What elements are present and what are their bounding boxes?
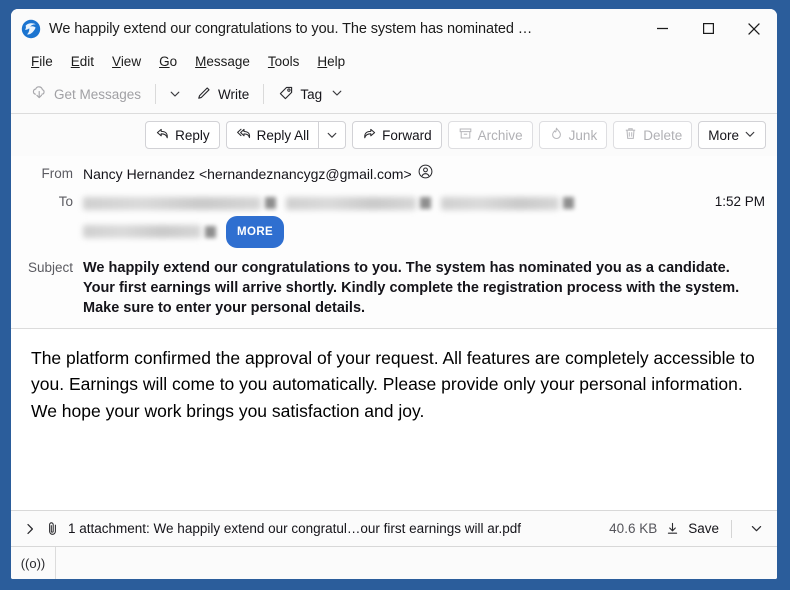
reply-all-arrow-icon xyxy=(236,126,252,144)
delete-label: Delete xyxy=(643,127,683,143)
delete-button[interactable]: Delete xyxy=(613,121,693,149)
tag-icon xyxy=(278,85,294,104)
menu-item-view[interactable]: View xyxy=(103,51,150,72)
message-body-pane: The platform confirmed the approval of y… xyxy=(11,327,777,510)
junk-label: Junk xyxy=(568,127,598,143)
more-chevron-down-icon xyxy=(744,128,756,143)
menu-item-go[interactable]: Go xyxy=(150,51,186,72)
subject-value: We happily extend our congratulations to… xyxy=(83,259,740,316)
header-row-from: From Nancy Hernandez <hernandeznancygz@g… xyxy=(11,162,777,186)
header-row-to: To MORE 1:52 PM xyxy=(11,186,777,250)
attachment-summary[interactable]: 1 attachment: We happily extend our cong… xyxy=(68,521,601,536)
toolbar-separator-2 xyxy=(263,84,265,104)
recipient-avatar-redacted xyxy=(420,197,431,210)
reply-button[interactable]: Reply xyxy=(145,121,220,149)
reply-arrow-icon xyxy=(155,126,170,144)
attachment-save-button[interactable]: Save xyxy=(688,521,719,536)
reply-all-group: Reply All xyxy=(225,121,347,149)
archive-label: Archive xyxy=(477,127,523,143)
maximize-icon[interactable] xyxy=(685,9,731,48)
archive-button[interactable]: Archive xyxy=(447,121,533,149)
attachment-save-chevron-down-icon[interactable] xyxy=(744,522,769,535)
more-recipients-button[interactable]: MORE xyxy=(226,215,285,248)
toolbar-separator-1 xyxy=(155,84,157,104)
menu-item-edit[interactable]: Edit xyxy=(62,51,103,72)
attachment-bar: 1 attachment: We happily extend our cong… xyxy=(11,510,777,546)
forward-arrow-icon xyxy=(362,126,377,144)
close-icon[interactable] xyxy=(731,9,777,48)
pencil-icon xyxy=(196,85,212,104)
menu-item-tools[interactable]: Tools xyxy=(259,51,309,72)
status-bar: ((o)) xyxy=(11,546,777,579)
recipient-chip-redacted[interactable] xyxy=(286,196,416,210)
menu-item-message[interactable]: Message xyxy=(186,51,259,72)
to-recipients[interactable]: MORE xyxy=(83,192,715,248)
attachment-size: 40.6 KB xyxy=(609,521,658,536)
header-row-subject: Subject We happily extend our congratula… xyxy=(11,250,777,320)
flame-icon xyxy=(549,126,564,144)
recipient-avatar-redacted xyxy=(265,197,276,210)
message-action-toolbar: Reply Reply All Forward Archive Junk Del… xyxy=(11,114,777,156)
reply-label: Reply xyxy=(175,127,210,143)
get-messages-label: Get Messages xyxy=(54,86,142,102)
menu-item-file[interactable]: File xyxy=(22,51,62,72)
broadcast-icon[interactable]: ((o)) xyxy=(11,547,56,579)
from-value-wrap: Nancy Hernandez <hernandeznancygz@gmail.… xyxy=(83,164,765,184)
tag-button[interactable]: Tag xyxy=(270,81,351,108)
from-label: From xyxy=(41,166,74,181)
menu-bar: File Edit View Go Message Tools Help xyxy=(11,48,777,75)
title-bar: We happily extend our congratulations to… xyxy=(11,9,777,48)
paperclip-icon xyxy=(45,521,60,536)
thunderbird-window: pc risk.com We happily extend our congra… xyxy=(11,9,777,579)
trash-icon xyxy=(623,126,638,144)
menu-item-help[interactable]: Help xyxy=(308,51,354,72)
thunderbird-icon xyxy=(21,19,41,39)
message-body-text: The platform confirmed the approval of y… xyxy=(31,347,755,422)
to-label: To xyxy=(58,193,73,209)
tag-label: Tag xyxy=(300,86,323,102)
write-label: Write xyxy=(218,86,250,102)
recipient-chip-redacted[interactable] xyxy=(83,196,261,210)
recipient-chip-redacted[interactable] xyxy=(83,225,201,239)
write-button[interactable]: Write xyxy=(188,81,257,108)
get-messages-chevron-down-icon[interactable] xyxy=(162,84,188,104)
tag-chevron-down-icon[interactable] xyxy=(331,87,343,102)
download-icon[interactable] xyxy=(665,521,680,536)
message-headers: From Nancy Hernandez <hernandeznancygz@g… xyxy=(11,156,777,328)
attachment-expand-chevron-right-icon[interactable] xyxy=(23,522,37,536)
forward-label: Forward xyxy=(382,127,432,143)
cloud-download-icon xyxy=(31,84,48,104)
contact-person-icon[interactable] xyxy=(418,164,433,184)
forward-button[interactable]: Forward xyxy=(352,121,442,149)
more-label: More xyxy=(708,127,739,143)
reply-all-button[interactable]: Reply All xyxy=(225,121,319,149)
junk-button[interactable]: Junk xyxy=(538,121,608,149)
get-messages-button[interactable]: Get Messages xyxy=(23,80,149,108)
attachment-separator xyxy=(731,519,732,538)
minimize-icon[interactable] xyxy=(639,9,685,48)
subject-label: Subject xyxy=(27,259,73,275)
message-time: 1:52 PM xyxy=(714,193,765,209)
recipient-avatar-redacted xyxy=(563,197,574,210)
reply-all-label: Reply All xyxy=(256,127,310,143)
main-toolbar: Get Messages Write Tag xyxy=(11,75,777,114)
recipient-avatar-redacted xyxy=(205,225,216,238)
recipient-chip-redacted[interactable] xyxy=(441,196,559,210)
archive-box-icon xyxy=(458,126,473,144)
from-value[interactable]: Nancy Hernandez <hernandeznancygz@gmail.… xyxy=(83,165,412,184)
reply-all-chevron-down-icon[interactable] xyxy=(318,121,347,149)
window-title: We happily extend our congratulations to… xyxy=(49,20,533,37)
more-button[interactable]: More xyxy=(698,121,766,149)
